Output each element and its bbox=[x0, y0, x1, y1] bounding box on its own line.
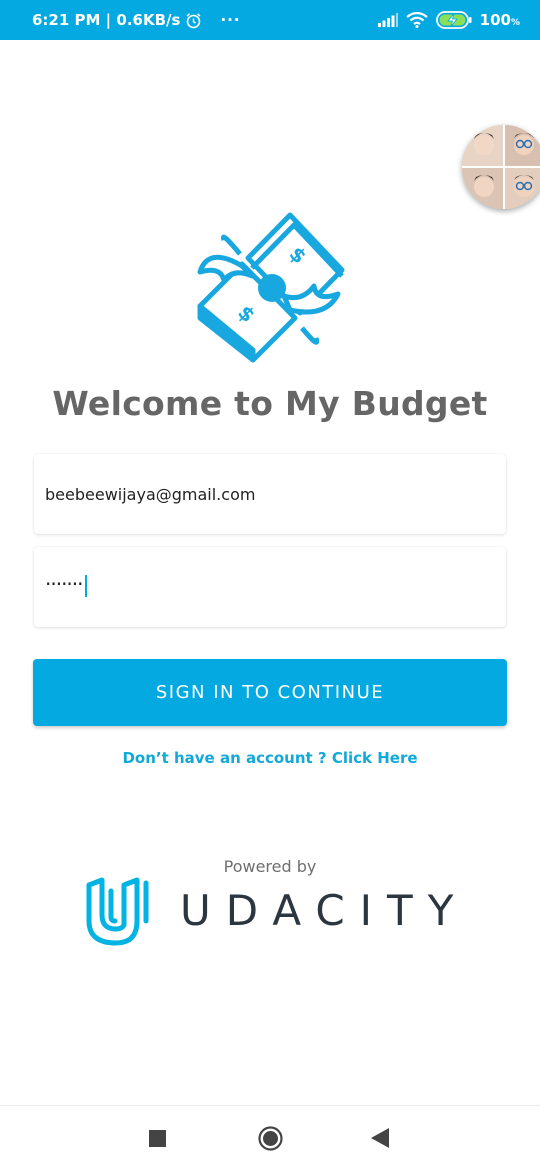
battery-charging-icon bbox=[435, 11, 472, 29]
udacity-logo-icon bbox=[84, 877, 154, 947]
password-field[interactable]: ······· bbox=[34, 547, 506, 627]
floating-chat-head-avatar[interactable] bbox=[462, 125, 540, 209]
powered-by-label: Powered by bbox=[223, 857, 317, 876]
battery-level: 100% bbox=[480, 11, 520, 29]
sign-in-button[interactable]: SIGN IN TO CONTINUE bbox=[33, 659, 507, 726]
status-separator: | bbox=[100, 11, 117, 29]
password-mask: ······· bbox=[45, 572, 84, 596]
recents-square-icon[interactable] bbox=[149, 1130, 166, 1152]
text-cursor bbox=[84, 574, 87, 597]
back-triangle-icon[interactable] bbox=[371, 1128, 389, 1153]
signal-icon bbox=[377, 13, 398, 27]
password-value: ······· bbox=[45, 572, 87, 597]
email-value: beebeewijaya@gmail.com bbox=[45, 485, 256, 504]
udacity-wordmark: UDACITY bbox=[180, 886, 469, 935]
email-field[interactable]: beebeewijaya@gmail.com bbox=[34, 454, 506, 534]
status-bar: 6:21 PM | 0.6KB/s ··· 100% bbox=[0, 0, 540, 40]
battery-unit: % bbox=[510, 18, 520, 28]
status-right: 100% bbox=[377, 11, 520, 29]
home-circle-icon[interactable] bbox=[258, 1126, 283, 1156]
register-link[interactable]: Don’t have an account ? Click Here bbox=[0, 749, 540, 767]
alarm-icon bbox=[185, 12, 202, 29]
wifi-icon bbox=[405, 12, 428, 28]
page-title: Welcome to My Budget bbox=[52, 384, 488, 423]
battery-level-value: 100 bbox=[479, 11, 511, 29]
status-left: 6:21 PM | 0.6KB/s ··· bbox=[32, 11, 241, 29]
more-notifications-icon: ··· bbox=[220, 11, 241, 29]
status-time: 6:21 PM bbox=[32, 11, 101, 29]
flying-money-logo-icon: $ $ bbox=[190, 210, 350, 365]
system-nav-bar bbox=[0, 1105, 540, 1171]
network-speed: 0.6KB/s bbox=[116, 11, 181, 29]
